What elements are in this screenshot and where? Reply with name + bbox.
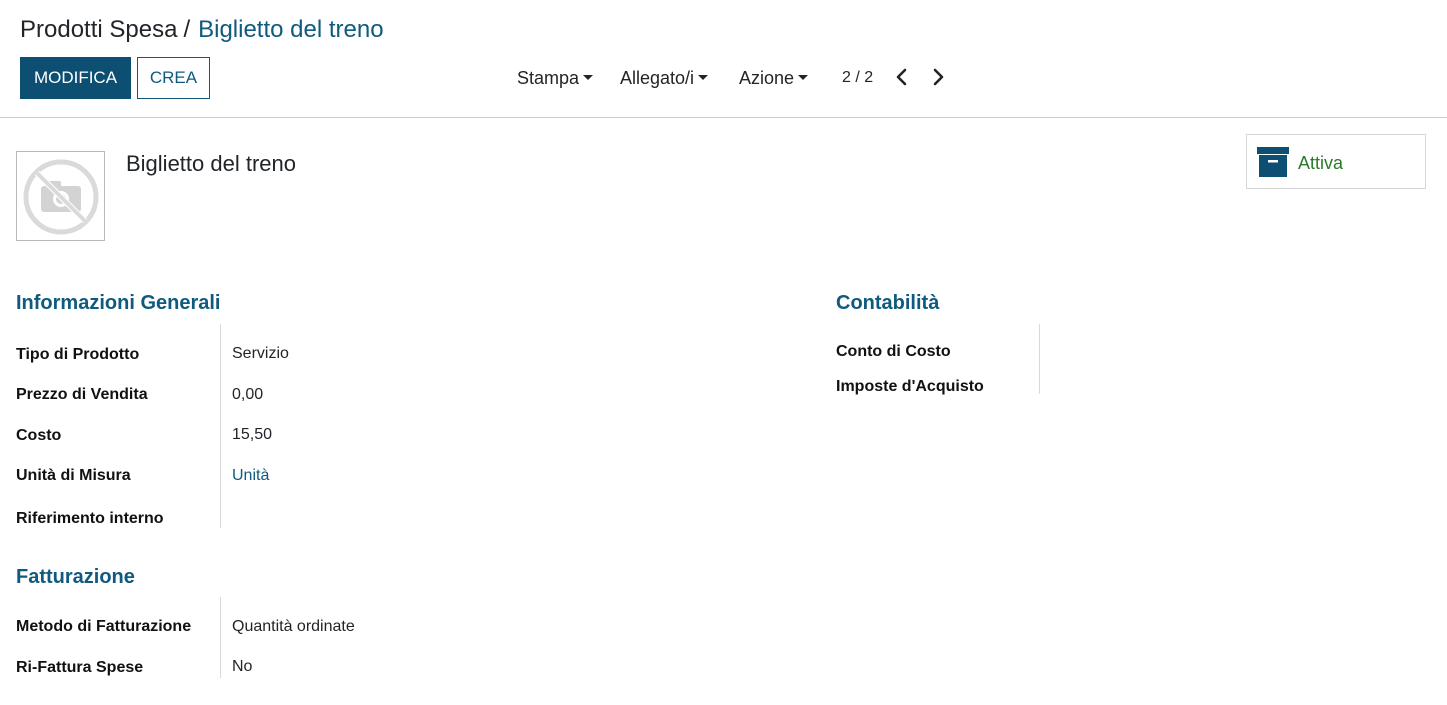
invoicing-method-value[interactable]: Quantità ordinate <box>232 617 355 637</box>
product-name: Biglietto del treno <box>126 151 296 176</box>
chevron-left-icon <box>896 68 907 86</box>
unit-of-measure-link[interactable]: Unità <box>232 466 269 486</box>
pager-next-button[interactable] <box>927 66 949 88</box>
pager-value[interactable]: 2 / 2 <box>842 68 873 88</box>
expense-account-label: Conto di Costo <box>836 343 951 360</box>
accounting-divider <box>1039 324 1040 394</box>
general-info-title: Informazioni Generali <box>16 292 221 314</box>
breadcrumb: Prodotti Spesa / Biglietto del treno <box>20 16 384 44</box>
edit-button[interactable]: MODIFICA <box>20 57 131 99</box>
no-image-camera-icon <box>23 159 99 235</box>
breadcrumb-separator: / <box>183 16 191 43</box>
sale-price-label: Prezzo di Vendita <box>16 386 148 403</box>
chevron-right-icon <box>933 68 944 86</box>
reinvoice-expenses-value[interactable]: No <box>232 657 252 677</box>
product-type-label: Tipo di Prodotto <box>16 346 140 363</box>
attachments-dropdown[interactable]: Allegato/i <box>620 67 709 89</box>
cost-value[interactable]: 15,50 <box>232 425 272 445</box>
pager-previous-button[interactable] <box>891 66 913 88</box>
unit-of-measure-label: Unità di Misura <box>16 467 131 484</box>
caret-down-icon <box>698 74 709 80</box>
general-info-divider <box>220 324 221 528</box>
purchase-taxes-label: Imposte d'Acquisto <box>836 378 984 395</box>
sale-price-value[interactable]: 0,00 <box>232 385 263 405</box>
action-dropdown[interactable]: Azione <box>739 67 809 89</box>
caret-down-icon <box>583 74 594 80</box>
invoicing-title: Fatturazione <box>16 566 135 588</box>
cost-label: Costo <box>16 427 62 444</box>
internal-reference-label: Riferimento interno <box>16 510 164 527</box>
caret-down-icon <box>798 74 809 80</box>
invoicing-method-label: Metodo di Fatturazione <box>16 618 192 635</box>
print-dropdown-label: Stampa <box>517 68 580 88</box>
product-image[interactable] <box>16 151 105 241</box>
breadcrumb-current: Biglietto del treno <box>198 16 384 43</box>
breadcrumb-parent-link[interactable]: Prodotti Spesa <box>20 16 177 43</box>
action-dropdown-label: Azione <box>739 68 795 88</box>
accounting-title: Contabilità <box>836 292 940 314</box>
product-type-value[interactable]: Servizio <box>232 344 289 364</box>
create-button[interactable]: CREA <box>137 57 210 99</box>
print-dropdown[interactable]: Stampa <box>517 67 594 89</box>
invoicing-divider <box>220 597 221 678</box>
archive-icon <box>1257 147 1289 177</box>
active-button-label: Attiva <box>1298 153 1344 173</box>
reinvoice-expenses-label: Ri-Fattura Spese <box>16 659 144 676</box>
toggle-active-button[interactable]: Attiva <box>1246 134 1426 189</box>
attachments-dropdown-label: Allegato/i <box>620 68 695 88</box>
control-panel: Prodotti Spesa / Biglietto del treno MODIF… <box>0 0 1447 118</box>
